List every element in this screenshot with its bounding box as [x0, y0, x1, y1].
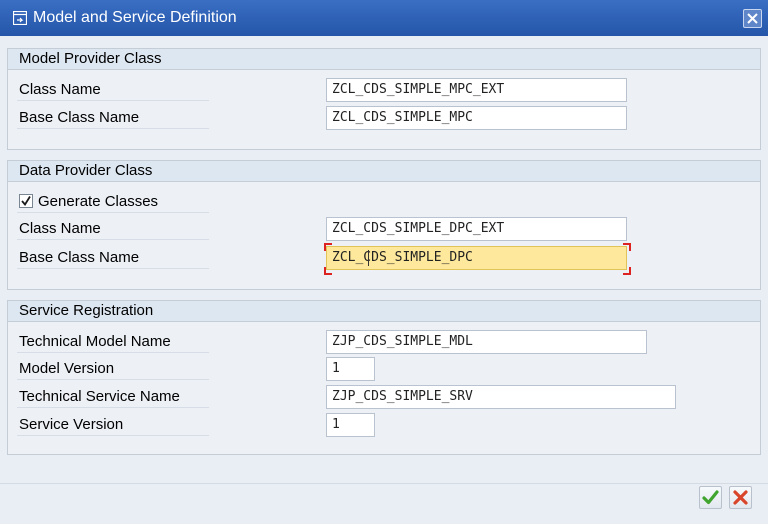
tech-service-row: Technical Service Name ZJP_CDS_SIMPLE_SR… — [8, 385, 760, 409]
focus-corner — [324, 267, 332, 275]
focus-corner — [623, 243, 631, 251]
label-underline — [17, 128, 209, 129]
label-underline — [17, 268, 209, 269]
text-cursor — [368, 250, 369, 266]
tech-model-field[interactable]: ZJP_CDS_SIMPLE_MDL — [326, 330, 647, 354]
label-underline — [17, 239, 209, 240]
cancel-button[interactable] — [729, 486, 752, 509]
mpc-class-name-field[interactable]: ZCL_CDS_SIMPLE_MPC_EXT — [326, 78, 627, 102]
dpc-base-class-row: Base Class Name ZCL_CDS_SIMPLE_DPC — [8, 243, 760, 275]
service-registration-group: Service Registration Technical Model Nam… — [7, 300, 761, 455]
tech-model-row: Technical Model Name ZJP_CDS_SIMPLE_MDL — [8, 330, 760, 354]
mpc-base-class-field[interactable]: ZCL_CDS_SIMPLE_MPC — [326, 106, 627, 130]
label-underline — [17, 379, 209, 380]
dpc-class-name-field[interactable]: ZCL_CDS_SIMPLE_DPC_EXT — [326, 217, 627, 241]
footer-divider — [0, 483, 768, 484]
service-version-row: Service Version 1 — [8, 413, 760, 437]
generate-classes-row: Generate Classes — [8, 190, 760, 214]
service-version-label: Service Version — [19, 416, 124, 433]
generate-classes-checkbox[interactable] — [19, 194, 33, 208]
model-version-row: Model Version 1 — [8, 357, 760, 381]
model-version-label: Model Version — [19, 360, 115, 377]
model-provider-group: Model Provider Class Class Name ZCL_CDS_… — [7, 48, 761, 150]
tech-model-label: Technical Model Name — [19, 333, 171, 350]
dialog-icon — [13, 11, 27, 25]
checkmark-icon — [21, 196, 31, 207]
dpc-class-name-label: Class Name — [19, 220, 101, 237]
label-underline — [17, 100, 209, 101]
mpc-class-name-row: Class Name ZCL_CDS_SIMPLE_MPC_EXT — [8, 78, 760, 102]
checkmark-icon — [702, 490, 719, 505]
confirm-button[interactable] — [699, 486, 722, 509]
title-bar: Model and Service Definition — [0, 0, 768, 36]
focus-corner — [623, 267, 631, 275]
model-version-field[interactable]: 1 — [326, 357, 375, 381]
service-registration-header: Service Registration — [8, 301, 760, 322]
label-underline — [17, 212, 209, 213]
tech-service-field[interactable]: ZJP_CDS_SIMPLE_SRV — [326, 385, 676, 409]
mpc-base-class-row: Base Class Name ZCL_CDS_SIMPLE_MPC — [8, 106, 760, 130]
label-underline — [17, 435, 209, 436]
label-underline — [17, 407, 209, 408]
mpc-class-name-label: Class Name — [19, 81, 101, 98]
mpc-base-class-label: Base Class Name — [19, 109, 140, 126]
dpc-base-class-field[interactable]: ZCL_CDS_SIMPLE_DPC — [326, 246, 627, 270]
window-title: Model and Service Definition — [33, 9, 237, 26]
cancel-icon — [733, 490, 748, 505]
tech-service-label: Technical Service Name — [19, 388, 180, 405]
focus-corner — [324, 243, 332, 251]
service-version-field[interactable]: 1 — [326, 413, 375, 437]
data-provider-header: Data Provider Class — [8, 161, 760, 182]
generate-classes-label: Generate Classes — [38, 193, 159, 210]
label-underline — [17, 352, 209, 353]
dialog-body: Model Provider Class Class Name ZCL_CDS_… — [0, 36, 768, 524]
data-provider-group: Data Provider Class Generate Classes Cla… — [7, 160, 761, 290]
dpc-class-name-row: Class Name ZCL_CDS_SIMPLE_DPC_EXT — [8, 217, 760, 241]
close-button[interactable] — [743, 9, 762, 28]
model-provider-header: Model Provider Class — [8, 49, 760, 70]
dpc-base-class-label: Base Class Name — [19, 249, 140, 266]
close-icon — [747, 13, 758, 24]
